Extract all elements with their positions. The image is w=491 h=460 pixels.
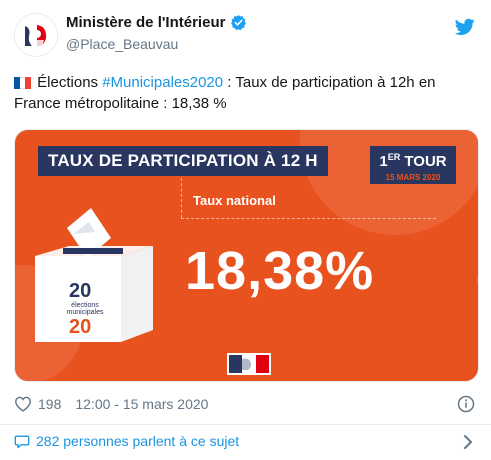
chevron-right-icon[interactable]: [463, 434, 473, 450]
avatar[interactable]: [14, 13, 58, 57]
tweet-text-start: Élections: [33, 74, 103, 91]
participation-value: 18,38%: [185, 241, 375, 301]
chat-bubble-icon: [14, 435, 30, 448]
year-bottom: 20: [69, 316, 92, 338]
hashtag-link[interactable]: #Municipales2020: [102, 74, 223, 91]
account-name[interactable]: Ministère de l'Intérieur: [66, 14, 225, 31]
conversation-link[interactable]: 282 personnes parlent à ce sujet: [14, 433, 239, 449]
dotted-divider-vertical: [181, 178, 182, 218]
tweet-meta-row: 198 12:00 - 15 mars 2020: [14, 396, 208, 412]
ballot-box-icon: [35, 208, 153, 342]
france-flag-icon: [14, 74, 31, 89]
tour-label: 1ER TOUR: [370, 146, 456, 173]
account-handle[interactable]: @Place_Beauvau: [66, 36, 178, 52]
tour-suffix: ER: [387, 152, 401, 162]
footer-divider: [0, 424, 491, 425]
ministere-logo-icon: [15, 14, 57, 56]
tour-badge: 1ER TOUR 15 MARS 2020: [370, 146, 456, 184]
taux-national-label: Taux national: [193, 193, 276, 208]
heart-icon[interactable]: [14, 396, 32, 412]
verified-badge-icon: [231, 15, 247, 31]
marianne-logo-icon: [227, 353, 271, 375]
tweet-card: Ministère de l'Intérieur @Place_Beauvau …: [0, 0, 491, 460]
tour-date: 15 MARS 2020: [385, 173, 441, 182]
tweet-media-image[interactable]: TAUX DE PARTICIPATION À 12 H 1ER TOUR 15…: [14, 129, 479, 382]
account-name-row[interactable]: Ministère de l'Intérieur: [66, 14, 247, 31]
elections-municipales-text: élections municipales: [66, 302, 104, 316]
year-top: 20: [69, 280, 92, 302]
tweet-timestamp[interactable]: 12:00 - 15 mars 2020: [75, 396, 208, 412]
info-icon[interactable]: [457, 395, 475, 413]
twitter-bird-icon[interactable]: [455, 18, 475, 36]
tour-number: 1: [379, 153, 388, 170]
tour-word: TOUR: [400, 153, 447, 170]
participation-banner: TAUX DE PARTICIPATION À 12 H: [38, 146, 328, 176]
dotted-divider-horizontal: [181, 218, 436, 219]
conversation-text[interactable]: 282 personnes parlent à ce sujet: [36, 433, 239, 449]
like-count[interactable]: 198: [38, 396, 61, 412]
tweet-text: Élections #Municipales2020 : Taux de par…: [14, 72, 479, 114]
